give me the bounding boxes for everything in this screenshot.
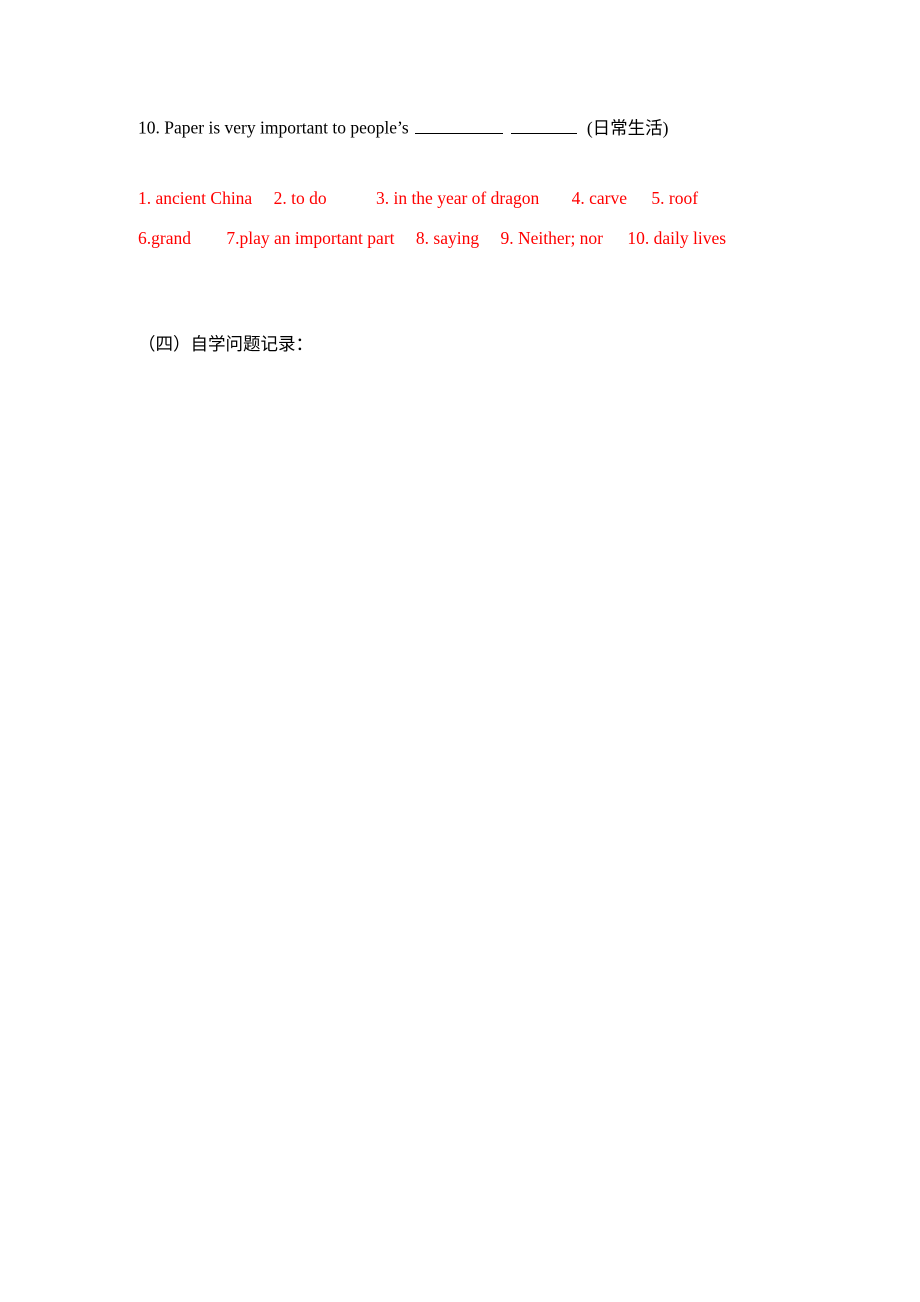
answer-item-7: 7.play an important part (226, 228, 395, 248)
answer-item-10: 10. daily lives (627, 228, 727, 248)
self-study-notes-area[interactable] (138, 380, 778, 1280)
question-hint: (日常生活) (586, 117, 669, 138)
answer-item-2: 2. to do (273, 188, 327, 208)
question-number: 10. (138, 117, 160, 138)
answer-key-row-2: 6.grand 7.play an important part 8. sayi… (138, 228, 727, 270)
question-text: Paper is very important to people’s (164, 117, 409, 138)
question-line-10: 10. Paper is very important to people’s … (138, 116, 669, 140)
worksheet-page: 10. Paper is very important to people’s … (0, 0, 920, 1302)
answer-item-5: 5. roof (651, 188, 699, 208)
answer-item-6: 6.grand (138, 228, 191, 248)
answer-item-9: 9. Neither; nor (500, 228, 604, 248)
section-heading-four: （四）自学问题记录： (138, 334, 313, 354)
answer-item-4: 4. carve (571, 188, 627, 208)
answer-key: 1. ancient China 2. to do 3. in the year… (138, 188, 727, 270)
answer-blank-1[interactable] (415, 116, 504, 134)
answer-item-1: 1. ancient China (138, 188, 253, 208)
answer-item-8: 8. saying (415, 228, 480, 248)
answer-blank-2[interactable] (511, 116, 578, 134)
answer-item-3: 3. in the year of dragon (375, 188, 540, 208)
answer-key-row-1: 1. ancient China 2. to do 3. in the year… (138, 188, 726, 230)
